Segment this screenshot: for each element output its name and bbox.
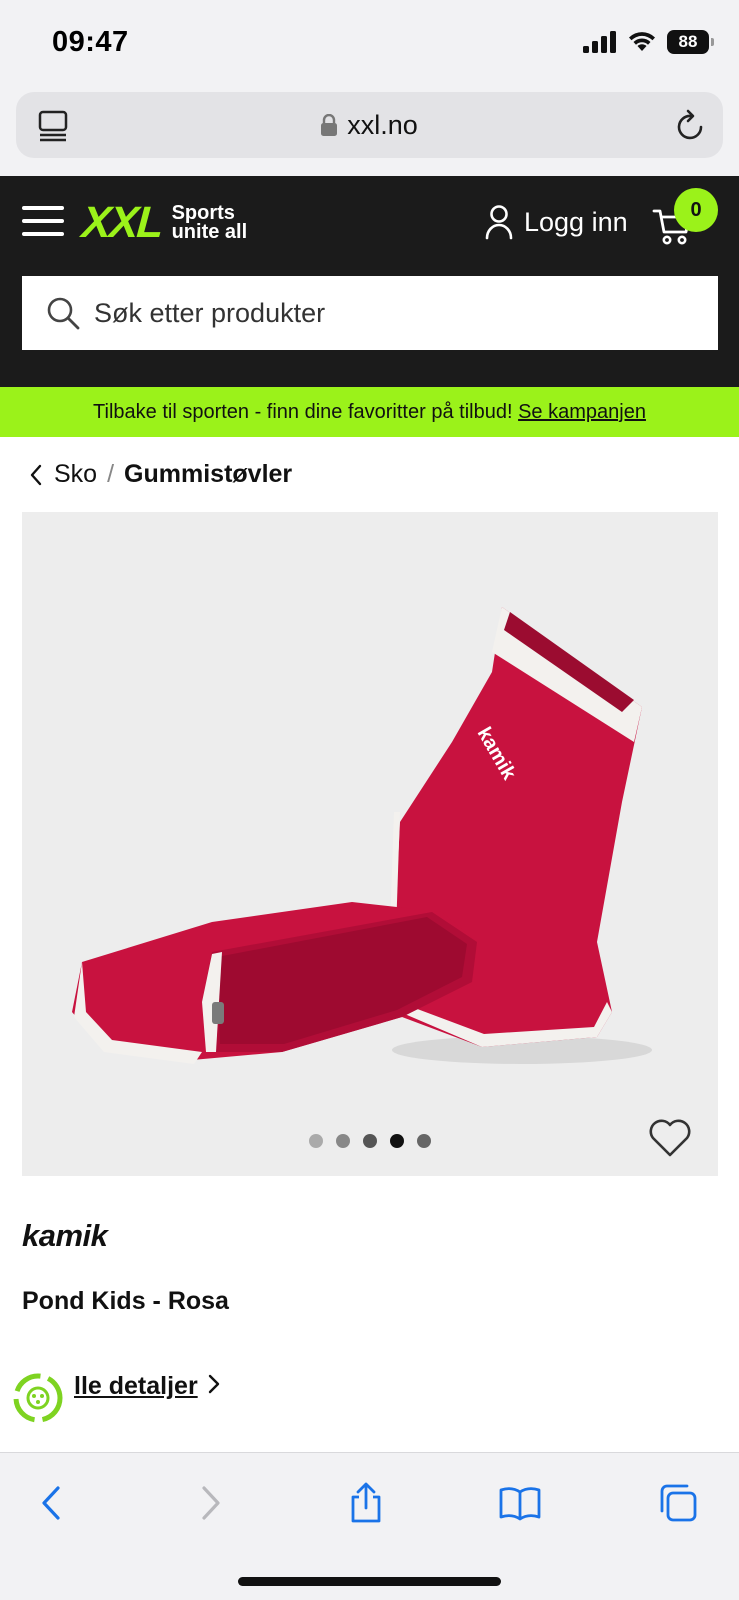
gallery-dot[interactable] <box>363 1134 377 1148</box>
breadcrumb-parent[interactable]: Sko <box>54 460 97 489</box>
favorite-heart-icon[interactable] <box>648 1118 692 1158</box>
chat-support-icon[interactable] <box>10 1370 66 1426</box>
xxl-logo[interactable]: XXL Sports unite all <box>80 198 248 248</box>
browser-toolbar <box>0 1452 739 1600</box>
logo-tagline: Sports unite all <box>171 203 248 243</box>
chevron-left-icon[interactable] <box>28 463 44 487</box>
chevron-right-icon[interactable] <box>207 1372 221 1396</box>
product-brand[interactable]: kamik <box>22 1218 108 1254</box>
back-arrow-icon <box>42 1486 60 1520</box>
address-bar[interactable]: xxl.no <box>16 92 723 158</box>
gallery-dot-active[interactable] <box>390 1134 404 1148</box>
url-text: xxl.no <box>347 110 418 140</box>
gallery-pagination <box>22 1134 718 1148</box>
gallery-dot[interactable] <box>309 1134 323 1148</box>
browser-address-area: xxl.no <box>0 88 739 176</box>
gallery-dot[interactable] <box>417 1134 431 1148</box>
status-bar: 09:47 88 <box>0 0 739 88</box>
breadcrumb-separator: / <box>107 460 115 488</box>
screen: 09:47 88 xxl.no XXL Sports unite all Log… <box>0 0 739 1600</box>
product-image: kamik <box>22 512 718 1176</box>
promo-link[interactable]: Se kampanjen <box>518 401 646 423</box>
wifi-icon <box>629 32 655 51</box>
search-bar[interactable] <box>22 276 718 350</box>
home-indicator <box>238 1577 501 1586</box>
login-button[interactable]: Logg inn <box>484 204 628 240</box>
back-button[interactable] <box>27 1479 75 1527</box>
logo-wordmark: XXL <box>80 198 164 247</box>
cart-count-badge[interactable]: 0 <box>674 188 718 232</box>
cellular-signal-icon <box>583 31 616 53</box>
forward-button[interactable] <box>187 1479 235 1527</box>
breadcrumb: Sko / Gummistøvler <box>28 460 292 489</box>
user-icon <box>485 205 513 240</box>
site-header: XXL Sports unite all Logg inn 0 <box>0 176 739 387</box>
menu-icon[interactable] <box>22 206 64 238</box>
logo-tagline-line2: unite all <box>171 221 248 243</box>
search-icon <box>47 297 80 330</box>
share-button[interactable] <box>342 1479 390 1527</box>
promo-text: Tilbake til sporten - finn dine favoritt… <box>93 401 513 423</box>
reload-icon[interactable] <box>675 108 707 142</box>
forward-arrow-icon <box>202 1486 220 1520</box>
lock-icon <box>321 114 338 136</box>
breadcrumb-current: Gummistøvler <box>124 460 293 488</box>
bookmarks-button[interactable] <box>496 1479 544 1527</box>
gallery-dot[interactable] <box>336 1134 350 1148</box>
share-icon <box>351 1482 381 1523</box>
search-input[interactable] <box>94 297 654 329</box>
login-label: Logg inn <box>524 206 628 237</box>
tabs-button[interactable] <box>654 1479 702 1527</box>
status-time: 09:47 <box>52 26 129 58</box>
promo-banner: Tilbake til sporten - finn dine favoritt… <box>0 387 739 437</box>
tabs-icon <box>660 1484 697 1522</box>
url-display[interactable]: xxl.no <box>16 110 723 141</box>
book-icon <box>499 1487 541 1521</box>
product-name: Pond Kids - Rosa <box>22 1287 229 1315</box>
all-details-link[interactable]: lle detaljer <box>74 1372 198 1401</box>
battery-indicator: 88 <box>667 30 714 54</box>
status-icons: 88 <box>583 30 714 54</box>
product-image-gallery[interactable]: kamik <box>22 512 718 1176</box>
